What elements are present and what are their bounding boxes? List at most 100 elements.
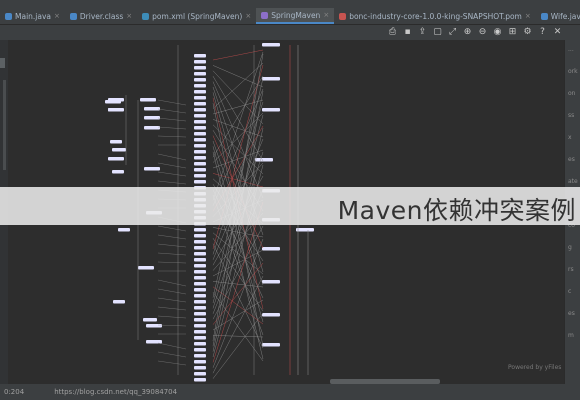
dependency-node[interactable] bbox=[194, 60, 206, 64]
dependency-node[interactable] bbox=[194, 378, 206, 382]
dependency-node[interactable] bbox=[194, 342, 206, 346]
dependency-node[interactable] bbox=[194, 288, 206, 292]
dependency-node[interactable] bbox=[194, 258, 206, 262]
dependency-node[interactable] bbox=[194, 96, 206, 100]
zoom-in-icon[interactable]: ⊕ bbox=[463, 28, 472, 37]
dependency-node[interactable] bbox=[262, 108, 280, 112]
layout-icon[interactable]: ⊞ bbox=[508, 28, 517, 37]
dependency-node[interactable] bbox=[194, 102, 206, 106]
dependency-node[interactable] bbox=[194, 240, 206, 244]
tab-bonc-industry-core-1-0-0-king-snapshot-pom[interactable]: bonc-industry-core-1.0.0-king-SNAPSHOT.p… bbox=[334, 8, 536, 24]
dependency-node[interactable] bbox=[194, 348, 206, 352]
dependency-node[interactable] bbox=[262, 313, 280, 317]
save-icon[interactable]: ▪ bbox=[403, 28, 412, 37]
dependency-node[interactable] bbox=[194, 174, 206, 178]
dependency-node[interactable] bbox=[108, 108, 124, 112]
dependency-node[interactable] bbox=[108, 98, 124, 102]
tab-wife-java[interactable]: Wife.java× bbox=[536, 8, 580, 24]
close-tab-icon[interactable]: × bbox=[245, 12, 251, 20]
dependency-node[interactable] bbox=[194, 132, 206, 136]
close-tab-icon[interactable]: × bbox=[126, 12, 132, 20]
dependency-node[interactable] bbox=[194, 360, 206, 364]
dependency-node[interactable] bbox=[194, 336, 206, 340]
dependency-node[interactable] bbox=[146, 340, 162, 344]
dependency-node[interactable] bbox=[194, 108, 206, 112]
dependency-edge bbox=[212, 335, 264, 338]
close-tab-icon[interactable]: × bbox=[525, 12, 531, 20]
dependency-node[interactable] bbox=[194, 270, 206, 274]
dependency-node[interactable] bbox=[144, 107, 160, 111]
dependency-node[interactable] bbox=[194, 318, 206, 322]
dependency-node[interactable] bbox=[144, 126, 160, 130]
dependency-node[interactable] bbox=[194, 84, 206, 88]
dependency-node[interactable] bbox=[194, 366, 206, 370]
dependency-node[interactable] bbox=[118, 228, 130, 232]
close-icon[interactable]: ✕ bbox=[553, 28, 562, 37]
help-icon[interactable]: ? bbox=[538, 28, 547, 37]
expand-icon[interactable]: ⤢ bbox=[448, 28, 457, 37]
dependency-node[interactable] bbox=[143, 318, 157, 322]
dependency-node[interactable] bbox=[194, 246, 206, 250]
dependency-node[interactable] bbox=[194, 78, 206, 82]
dependency-node[interactable] bbox=[146, 324, 162, 328]
dependency-node[interactable] bbox=[194, 276, 206, 280]
dependency-node[interactable] bbox=[144, 116, 160, 120]
close-tab-icon[interactable]: × bbox=[54, 12, 60, 20]
dependency-node[interactable] bbox=[262, 43, 280, 47]
dependency-node[interactable] bbox=[194, 228, 206, 232]
dependency-node[interactable] bbox=[194, 354, 206, 358]
dependency-node[interactable] bbox=[112, 170, 124, 174]
dependency-node[interactable] bbox=[194, 234, 206, 238]
dependency-node[interactable] bbox=[194, 66, 206, 70]
tab-main-java[interactable]: Main.java × bbox=[0, 8, 65, 24]
dependency-node[interactable] bbox=[194, 312, 206, 316]
dependency-node[interactable] bbox=[194, 126, 206, 130]
dependency-node[interactable] bbox=[194, 252, 206, 256]
dependency-node[interactable] bbox=[194, 72, 206, 76]
dependency-node[interactable] bbox=[194, 300, 206, 304]
dependency-node[interactable] bbox=[194, 294, 206, 298]
tab-pom-xml-springmaven-[interactable]: pom.xml (SpringMaven) × bbox=[137, 8, 256, 24]
dependency-node[interactable] bbox=[262, 247, 280, 251]
settings-icon[interactable]: ⚙ bbox=[523, 28, 532, 37]
dependency-node[interactable] bbox=[194, 324, 206, 328]
vertical-scrollbar[interactable] bbox=[3, 80, 6, 170]
zoom-out-icon[interactable]: ⊖ bbox=[478, 28, 487, 37]
dependency-node[interactable] bbox=[113, 300, 125, 304]
dependency-node[interactable] bbox=[194, 264, 206, 268]
dependency-node[interactable] bbox=[194, 120, 206, 124]
dependency-node[interactable] bbox=[144, 167, 160, 171]
dependency-node[interactable] bbox=[194, 54, 206, 58]
dependency-node[interactable] bbox=[296, 228, 314, 232]
dependency-node[interactable] bbox=[194, 180, 206, 184]
close-tab-icon[interactable]: × bbox=[323, 11, 329, 19]
dependency-node[interactable] bbox=[194, 282, 206, 286]
dependency-node[interactable] bbox=[194, 144, 206, 148]
dependency-node[interactable] bbox=[194, 138, 206, 142]
dependency-node[interactable] bbox=[194, 114, 206, 118]
dependency-node[interactable] bbox=[194, 162, 206, 166]
tab-springmaven[interactable]: SpringMaven × bbox=[256, 8, 335, 24]
show-icon[interactable]: ◉ bbox=[493, 28, 502, 37]
fit-icon[interactable]: ▢ bbox=[433, 28, 442, 37]
dependency-node[interactable] bbox=[194, 168, 206, 172]
dependency-node[interactable] bbox=[262, 280, 280, 284]
dependency-node[interactable] bbox=[140, 98, 156, 102]
tab-driver-class[interactable]: Driver.class × bbox=[65, 8, 137, 24]
dependency-node[interactable] bbox=[194, 330, 206, 334]
editor-tab-bar: Main.java × Driver.class × pom.xml (SpringMa… bbox=[0, 8, 580, 25]
dependency-node[interactable] bbox=[262, 343, 280, 347]
dependency-node[interactable] bbox=[194, 90, 206, 94]
export-icon[interactable]: ⇪ bbox=[418, 28, 427, 37]
dependency-node[interactable] bbox=[112, 148, 126, 152]
dependency-node[interactable] bbox=[194, 156, 206, 160]
dependency-node[interactable] bbox=[110, 140, 122, 144]
dependency-node[interactable] bbox=[194, 372, 206, 376]
print-icon[interactable]: ⎙ bbox=[388, 28, 397, 37]
dependency-node[interactable] bbox=[262, 77, 280, 81]
dependency-node[interactable] bbox=[108, 157, 124, 161]
dependency-node[interactable] bbox=[194, 150, 206, 154]
dependency-node[interactable] bbox=[138, 266, 154, 270]
dependency-node[interactable] bbox=[194, 306, 206, 310]
dependency-node[interactable] bbox=[255, 158, 273, 162]
